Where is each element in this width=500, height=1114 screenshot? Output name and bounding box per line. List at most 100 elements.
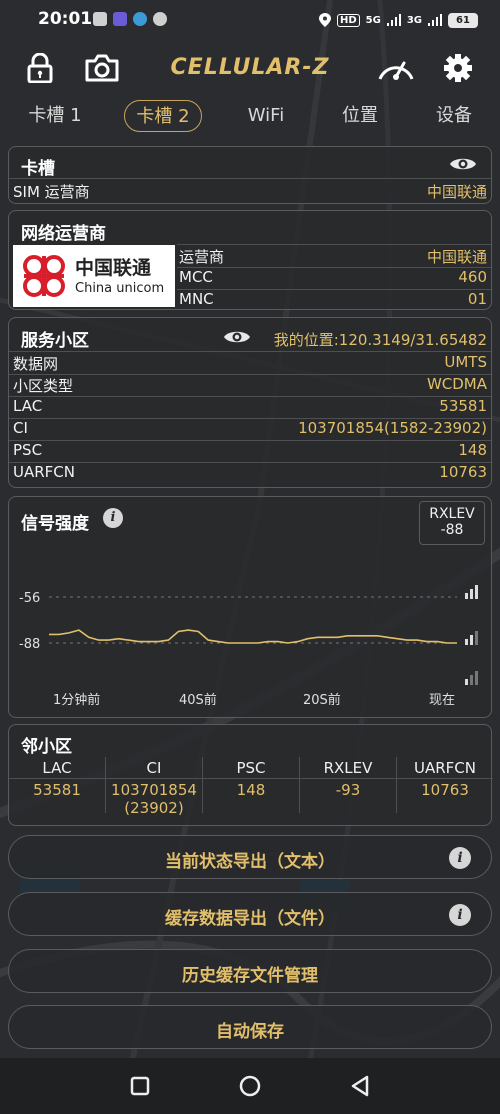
mcc-label: MCC: [179, 268, 213, 286]
mcc-row: MCC 460: [179, 268, 487, 290]
ci-label: CI: [13, 419, 28, 437]
carrier-logo: 中国联通 China unicom: [13, 245, 175, 307]
signal-bars-icon-2: [428, 14, 442, 26]
eye-icon[interactable]: [223, 328, 251, 346]
header-ci: CI: [106, 757, 202, 779]
network-operator-title: 网络运营商: [21, 224, 106, 244]
ci-row: CI 103701854(1582-23902): [13, 419, 487, 441]
status-icons: HD 5G 3G 61: [318, 10, 478, 30]
tab-bar: 卡槽 1 卡槽 2 WiFi 位置 设备: [0, 96, 500, 136]
signal-bars-icon: [386, 14, 401, 26]
psc-row: PSC 148: [13, 441, 487, 463]
cell-uarfcn: 10763: [421, 781, 469, 799]
signal-bar-icon-low: [465, 671, 478, 685]
psc-label: PSC: [13, 441, 43, 459]
logo-text-cn: 中国联通: [75, 257, 152, 279]
signal-title: 信号强度: [21, 514, 89, 534]
neighbor-title: 邻小区: [21, 737, 72, 757]
gear-icon[interactable]: [438, 48, 478, 88]
uarfcn-row: UARFCN 10763: [13, 463, 487, 485]
home-circle-icon[interactable]: [238, 1074, 262, 1098]
info-icon[interactable]: i: [449, 847, 471, 869]
data-network-row: 数据网 UMTS: [13, 353, 487, 375]
tab-location[interactable]: 位置: [330, 100, 390, 132]
sim-card-section: 卡槽 SIM 运营商 中国联通: [8, 146, 492, 204]
header-psc: PSC: [203, 757, 299, 779]
cell-type-label: 小区类型: [13, 377, 74, 395]
info-icon[interactable]: i: [449, 904, 471, 926]
tab-device[interactable]: 设备: [424, 100, 484, 132]
cell-type-value: WCDMA: [426, 375, 487, 393]
lac-label: LAC: [13, 397, 43, 415]
eye-icon[interactable]: [449, 155, 477, 173]
uarfcn-label: UARFCN: [13, 463, 75, 481]
history-cache-manage-button[interactable]: 历史缓存文件管理: [8, 949, 492, 993]
operator-label: 运营商: [179, 248, 225, 266]
serving-cell-section: 服务小区 我的位置:120.3149/31.65482 数据网 UMTS 小区类…: [8, 317, 492, 488]
neighbor-cell-section: 邻小区 LAC 53581 CI 103701854 (23902) PSC 1…: [8, 724, 493, 826]
network-operator-section: 网络运营商 中国联通 China unicom 运营商 中国联通 MCC 460…: [8, 210, 492, 310]
export-cache-file-label: 缓存数据导出（文件）: [165, 909, 335, 929]
header-rxlev: RXLEV: [300, 757, 396, 779]
col-psc: PSC 148: [202, 757, 299, 813]
col-lac: LAC 53581: [9, 757, 105, 813]
camera-icon[interactable]: [82, 48, 122, 88]
speedometer-icon[interactable]: [376, 48, 416, 88]
back-triangle-icon[interactable]: [348, 1074, 372, 1098]
psc-value: 148: [458, 441, 487, 459]
export-status-text-label: 当前状态导出（文本）: [165, 852, 335, 872]
tab-slot-2[interactable]: 卡槽 2: [124, 100, 202, 132]
signal-line: [49, 629, 457, 644]
lock-icon[interactable]: [20, 48, 60, 88]
operator-row: 运营商 中国联通: [179, 246, 487, 268]
cell-psc: 148: [236, 781, 266, 799]
signal-strength-section: 信号强度 i RXLEV -88 -56 -88 1分钟前 40S前 20S前 …: [8, 496, 492, 718]
mcc-value: 460: [458, 268, 487, 286]
battery-icon: 61: [448, 12, 478, 28]
top-bar: CELLULAR-Z: [0, 44, 500, 92]
y-tick-bottom: -88: [19, 637, 40, 652]
tab-slot-1[interactable]: 卡槽 1: [20, 100, 90, 132]
sim-card-title: 卡槽: [21, 159, 55, 179]
y-tick-top: -56: [19, 591, 40, 606]
neighbor-table: LAC 53581 CI 103701854 (23902) PSC 148 R…: [9, 757, 493, 817]
col-uarfcn: UARFCN 10763: [396, 757, 493, 813]
x-tick-4: 现在: [429, 693, 455, 708]
cell-ci: 103701854: [111, 781, 197, 799]
serving-cell-title: 服务小区: [21, 331, 89, 351]
divider: [9, 351, 491, 352]
divider: [9, 178, 491, 179]
rxlev-badge[interactable]: RXLEV -88: [419, 501, 485, 545]
sim-operator-value: 中国联通: [426, 183, 487, 201]
telegram-icon: [133, 12, 147, 26]
wechat-icon: [153, 12, 167, 26]
tab-wifi[interactable]: WiFi: [236, 100, 296, 132]
x-tick-3: 20S前: [303, 692, 341, 708]
operator-value: 中国联通: [426, 248, 487, 266]
net-3g-label: 3G: [406, 14, 422, 26]
col-rxlev: RXLEV -93: [299, 757, 396, 813]
cell-ci-sub: (23902): [124, 799, 184, 817]
system-nav-bar: [0, 1058, 500, 1114]
signal-chart: -56 -88 1分钟前 40S前 20S前 现在: [19, 585, 478, 708]
lac-row: LAC 53581: [13, 397, 487, 419]
lac-value: 53581: [439, 397, 487, 415]
app-notification-icon: [113, 12, 127, 26]
auto-save-button[interactable]: 自动保存: [8, 1005, 492, 1049]
cell-lac: 53581: [33, 781, 81, 799]
cell-rxlev: -93: [335, 781, 361, 799]
net-5g-label: 5G: [365, 14, 381, 26]
rxlev-label: RXLEV: [429, 506, 475, 522]
status-bar: 20:01 HD 5G 3G 61: [0, 0, 500, 40]
info-icon[interactable]: i: [103, 508, 123, 528]
recents-square-icon[interactable]: [128, 1074, 152, 1098]
auto-save-label: 自动保存: [216, 1022, 284, 1042]
data-network-value: UMTS: [444, 353, 487, 371]
mnc-value: 01: [467, 290, 487, 308]
export-status-text-button[interactable]: 当前状态导出（文本） i: [8, 835, 492, 879]
export-cache-file-button[interactable]: 缓存数据导出（文件） i: [8, 892, 492, 936]
location-icon: [318, 13, 331, 27]
ci-value: 103701854(1582-23902): [298, 419, 487, 437]
cell-type-row: 小区类型 WCDMA: [13, 375, 487, 397]
x-tick-2: 40S前: [179, 692, 217, 708]
